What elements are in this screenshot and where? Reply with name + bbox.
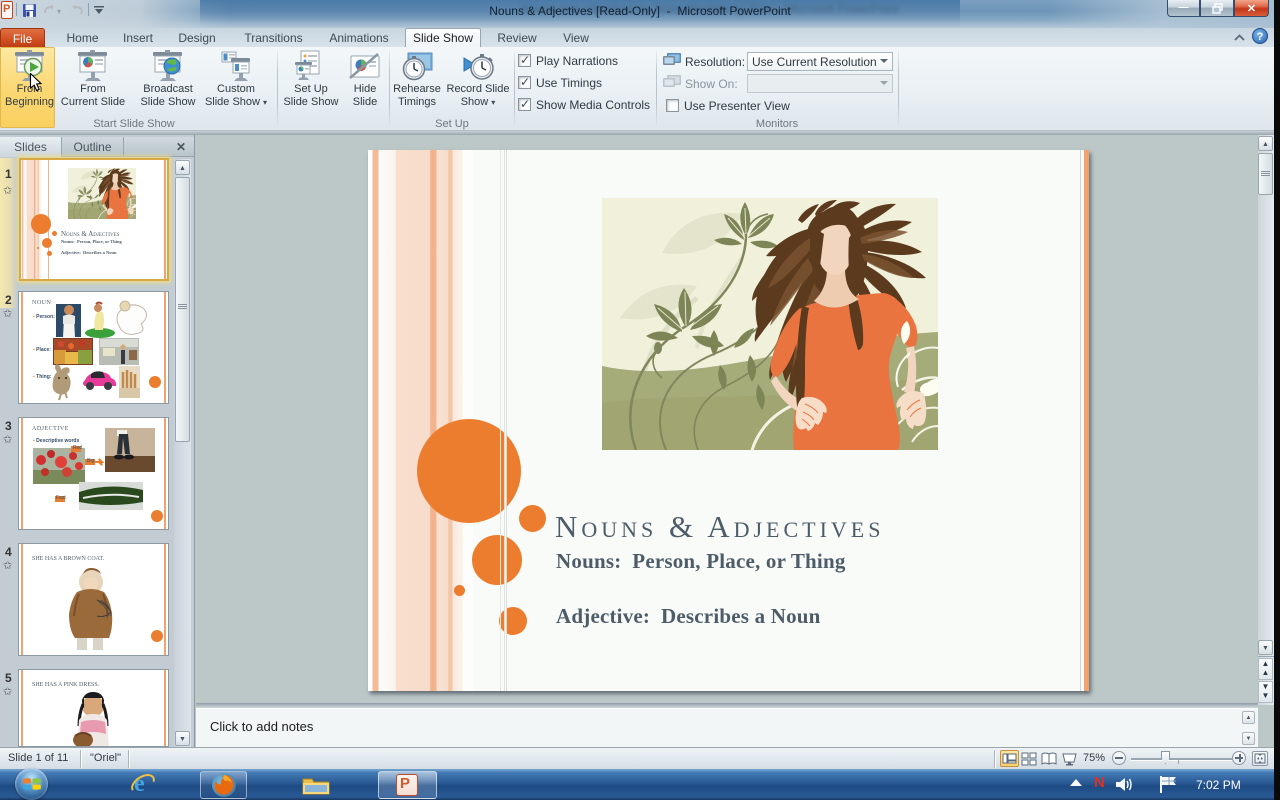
- svg-text:▾: ▾: [57, 7, 61, 16]
